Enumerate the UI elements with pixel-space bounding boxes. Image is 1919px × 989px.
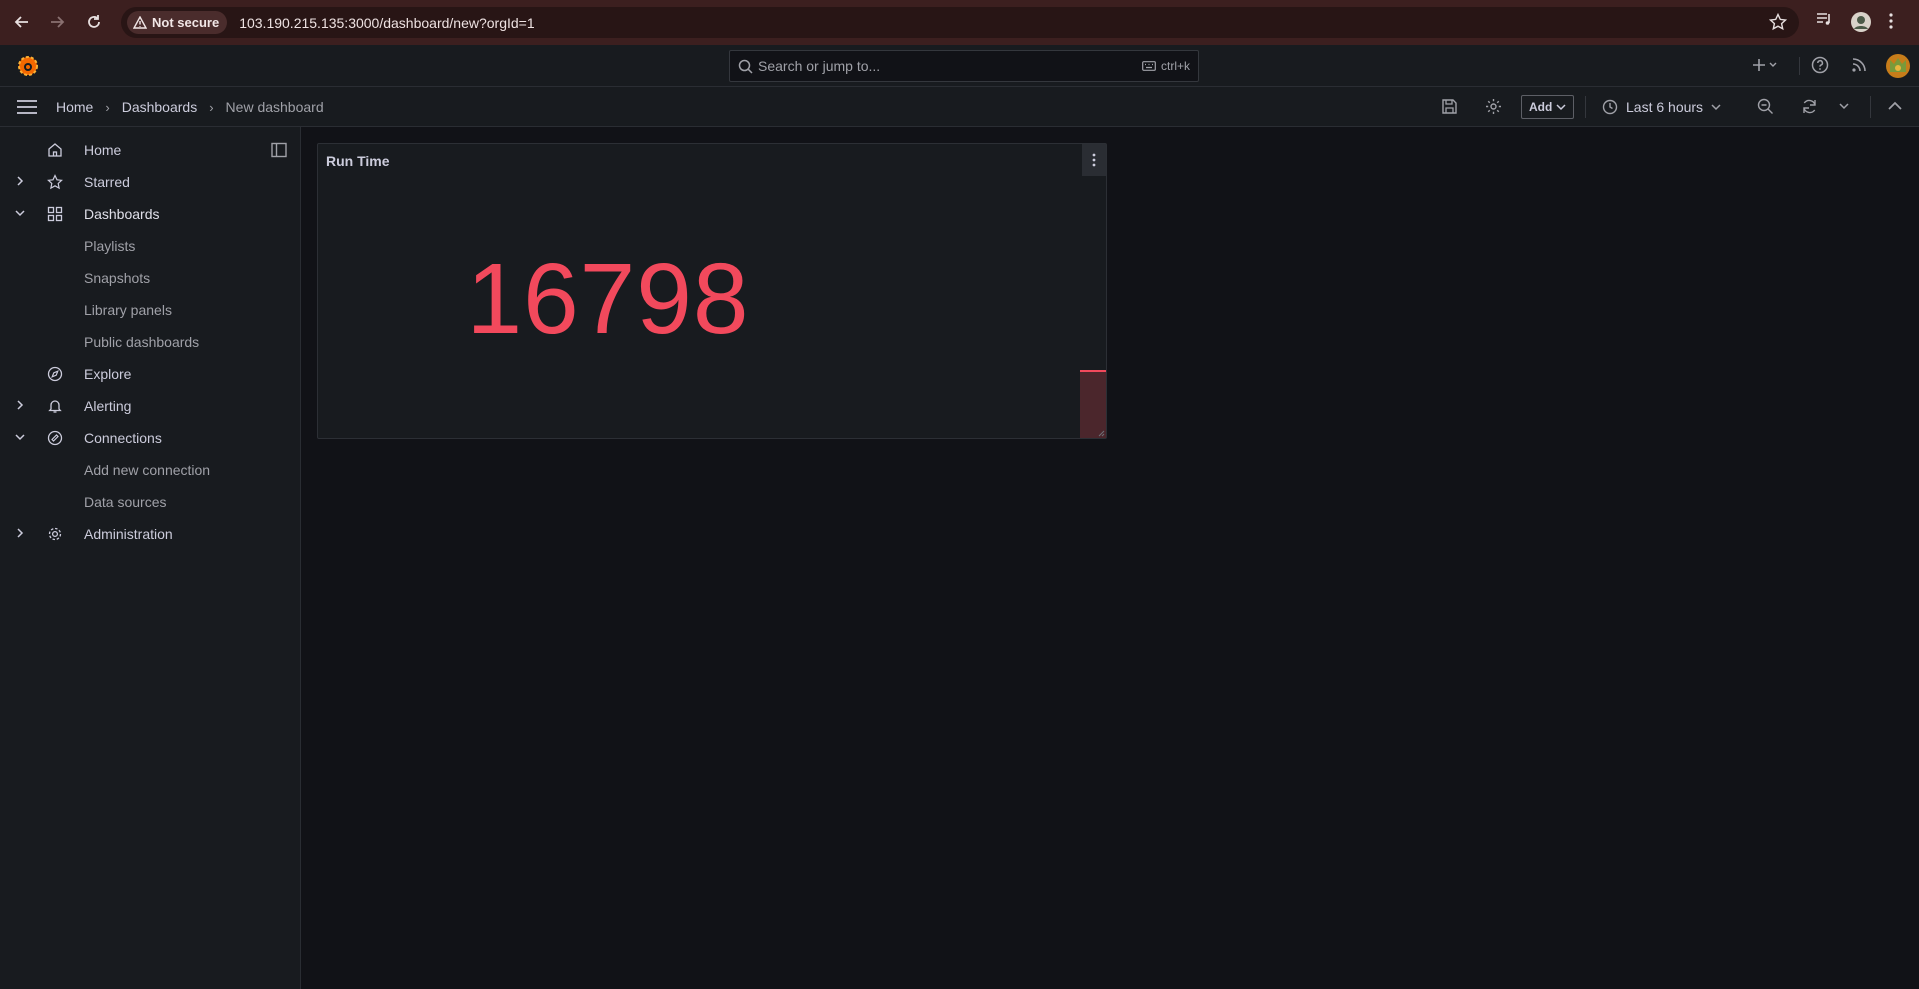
warning-icon <box>133 16 147 29</box>
url-text[interactable]: 103.190.215.135:3000/dashboard/new?orgId… <box>239 15 534 31</box>
panel-title[interactable]: Run Time <box>326 153 390 169</box>
sidebar-item-administration[interactable]: Administration <box>0 518 300 550</box>
reload-icon[interactable] <box>82 10 106 34</box>
sidebar-item-add-new-connection[interactable]: Add new connection <box>0 454 300 486</box>
sidebar-item-label: Add new connection <box>84 462 211 478</box>
chevron-down-icon[interactable] <box>14 431 26 443</box>
sidebar-item-starred[interactable]: Starred <box>0 166 300 198</box>
sidebar-item-label: Playlists <box>84 238 136 254</box>
keyboard-icon <box>1142 61 1156 71</box>
address-bar[interactable]: Not secure 103.190.215.135:3000/dashboar… <box>121 7 1799 38</box>
clock-icon <box>1602 99 1618 115</box>
chevron-right-icon: › <box>209 99 214 115</box>
chevron-right-icon: › <box>105 99 110 115</box>
search-input[interactable]: Search or jump to... ctrl+k <box>729 50 1199 82</box>
chevron-down-icon <box>1711 103 1721 111</box>
chevron-down-icon[interactable] <box>14 207 26 219</box>
connections-icon <box>47 430 63 446</box>
sidebar-item-label: Alerting <box>84 398 132 414</box>
stat-value: 16798 <box>466 243 750 355</box>
shortcut-hint: ctrl+k <box>1142 59 1190 73</box>
breadcrumb-home[interactable]: Home <box>56 99 93 115</box>
bell-icon <box>47 398 63 414</box>
search-placeholder: Search or jump to... <box>758 58 881 74</box>
gear-icon <box>47 526 63 542</box>
sidebar-item-label: Starred <box>84 174 130 190</box>
sidebar-item-home[interactable]: Home <box>0 134 300 166</box>
search-icon <box>738 59 753 74</box>
breadcrumb-current: New dashboard <box>225 99 324 115</box>
forward-icon[interactable] <box>45 10 69 34</box>
compass-icon <box>47 366 63 382</box>
add-button[interactable]: Add <box>1521 95 1575 119</box>
sidebar-item-label: Dashboards <box>84 206 160 222</box>
browser-toolbar: Not secure 103.190.215.135:3000/dashboar… <box>0 0 1919 45</box>
breadcrumb-dashboards[interactable]: Dashboards <box>122 99 198 115</box>
security-chip[interactable]: Not secure <box>127 11 228 34</box>
chevron-right-icon[interactable] <box>14 399 26 411</box>
save-icon[interactable] <box>1441 98 1458 115</box>
toolbar-divider <box>1585 96 1586 118</box>
user-avatar[interactable] <box>1886 54 1910 78</box>
sidebar-item-data-sources[interactable]: Data sources <box>0 486 300 518</box>
stat-panel[interactable]: Run Time 16798 <box>317 143 1107 439</box>
sidebar-item-label: Data sources <box>84 494 167 510</box>
settings-gear-icon[interactable] <box>1485 98 1502 115</box>
sidebar-item-explore[interactable]: Explore <box>0 358 300 390</box>
news-rss-icon[interactable] <box>1850 56 1868 74</box>
add-button-label: Add <box>1529 100 1553 114</box>
sidebar-item-connections[interactable]: Connections <box>0 422 300 454</box>
toolbar-divider <box>1870 96 1871 118</box>
profile-avatar[interactable] <box>1851 12 1871 32</box>
topbar-divider <box>1799 57 1800 75</box>
panel-menu-icon[interactable] <box>1082 144 1106 176</box>
breadcrumb: Home › Dashboards › New dashboard <box>56 99 324 115</box>
media-icon[interactable] <box>1815 10 1833 28</box>
new-menu-button[interactable] <box>1751 56 1777 74</box>
zoom-out-icon[interactable] <box>1757 98 1774 115</box>
time-range-label: Last 6 hours <box>1626 99 1704 115</box>
refresh-interval-chevron-icon[interactable] <box>1839 103 1849 110</box>
sidebar-item-label: Connections <box>84 430 162 446</box>
chevron-down-icon <box>1556 103 1566 111</box>
time-range-picker[interactable]: Last 6 hours <box>1602 95 1721 119</box>
bookmark-star-icon[interactable] <box>1769 13 1787 31</box>
sidebar-item-alerting[interactable]: Alerting <box>0 390 300 422</box>
sidebar-item-label: Administration <box>84 526 173 542</box>
grafana-logo-icon[interactable] <box>16 54 40 78</box>
refresh-icon[interactable] <box>1801 98 1818 115</box>
shortcut-text: ctrl+k <box>1160 59 1190 73</box>
dashboard-toolbar: Home › Dashboards › New dashboard Add La… <box>0 87 1919 127</box>
grafana-topbar: Search or jump to... ctrl+k <box>0 45 1919 87</box>
help-icon[interactable] <box>1811 56 1829 74</box>
resize-handle-icon[interactable] <box>1097 429 1105 437</box>
home-icon <box>47 142 63 158</box>
back-icon[interactable] <box>10 10 34 34</box>
chevron-right-icon[interactable] <box>14 527 26 539</box>
menu-toggle-icon[interactable] <box>16 98 38 116</box>
security-label: Not secure <box>152 15 220 30</box>
sidebar-item-dashboards[interactable]: Dashboards <box>0 198 300 230</box>
sparkline <box>1080 370 1106 438</box>
chevron-right-icon[interactable] <box>14 175 26 187</box>
star-icon <box>47 174 63 190</box>
browser-menu-icon[interactable] <box>1888 12 1894 30</box>
sidebar-item-label: Home <box>84 142 122 158</box>
dashboards-grid-icon <box>47 206 63 222</box>
collapse-chevron-up-icon[interactable] <box>1888 101 1902 111</box>
sidebar-item-label: Explore <box>84 366 132 382</box>
